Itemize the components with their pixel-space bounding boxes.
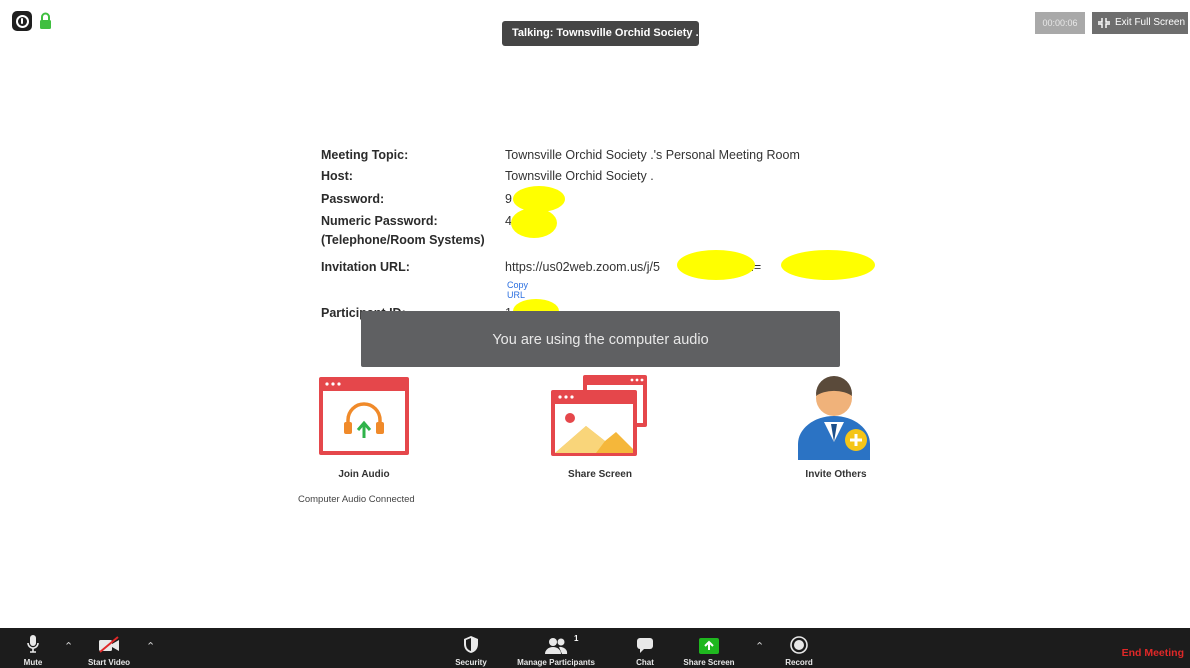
exit-full-screen-icon <box>1098 18 1110 28</box>
lock-icon[interactable] <box>39 12 52 30</box>
participant-count-badge: 1 <box>574 634 579 643</box>
invite-others-label[interactable]: Invite Others <box>805 469 866 480</box>
security-label: Security <box>455 658 487 667</box>
exit-full-screen-label: Exit Full Screen <box>1115 17 1186 28</box>
meeting-topic-label: Meeting Topic: <box>321 148 409 162</box>
numeric-password-label: Numeric Password: <box>321 214 438 228</box>
password-value: 9 <box>505 192 512 206</box>
invitation-url-redaction-1 <box>677 250 755 280</box>
copy-url-link[interactable]: Copy URL <box>507 280 528 300</box>
share-screen-icon[interactable] <box>550 374 650 458</box>
video-options-chevron-icon[interactable]: ⌃ <box>146 640 155 653</box>
meeting-info-icon[interactable] <box>12 11 32 31</box>
security-button[interactable]: Security <box>451 628 491 668</box>
join-audio-label[interactable]: Join Audio <box>338 469 389 480</box>
chat-icon <box>637 638 653 653</box>
host-value: Townsville Orchid Society . <box>505 169 654 183</box>
start-video-label: Start Video <box>87 658 131 667</box>
microphone-icon <box>27 635 39 653</box>
record-icon <box>790 636 808 654</box>
chat-button[interactable]: Chat <box>630 628 660 668</box>
audio-options-chevron-icon[interactable]: ⌃ <box>64 640 73 653</box>
invitation-url-start: https://us02web.zoom.us/j/5 <box>505 260 660 274</box>
invite-others-icon[interactable] <box>794 372 878 460</box>
end-meeting-button[interactable]: End Meeting <box>1122 647 1184 659</box>
meeting-timer: 00:00:06 <box>1035 12 1085 34</box>
mute-button[interactable]: Mute <box>18 628 48 668</box>
share-screen-toolbar-button[interactable]: Share Screen <box>682 628 736 668</box>
video-off-icon <box>99 636 119 653</box>
invitation-url-redaction-2 <box>781 250 875 280</box>
invitation-url-label: Invitation URL: <box>321 260 410 274</box>
start-video-button[interactable]: Start Video <box>80 628 138 668</box>
record-button[interactable]: Record <box>780 628 818 668</box>
record-label: Record <box>785 658 813 667</box>
host-label: Host: <box>321 169 353 183</box>
talking-indicator: Talking: Townsville Orchid Society . <box>502 21 699 46</box>
join-audio-icon[interactable] <box>318 376 410 456</box>
manage-participants-label: Manage Participants <box>517 658 595 667</box>
numeric-password-sublabel: (Telephone/Room Systems) <box>321 233 485 247</box>
mute-label: Mute <box>23 658 43 667</box>
audio-status-label: Computer Audio Connected <box>298 494 415 505</box>
meeting-topic-value: Townsville Orchid Society .'s Personal M… <box>505 148 800 162</box>
numeric-password-redaction <box>511 208 557 238</box>
share-options-chevron-icon[interactable]: ⌃ <box>755 640 764 653</box>
meeting-toolbar: Mute ⌃ Start Video ⌃ Security Manage Par… <box>0 628 1190 668</box>
manage-participants-button[interactable]: Manage Participants <box>506 628 606 668</box>
share-screen-toolbar-label: Share Screen <box>683 658 735 667</box>
share-screen-arrow-icon <box>699 638 719 654</box>
participants-icon <box>545 638 568 654</box>
chat-label: Chat <box>636 658 654 667</box>
password-label: Password: <box>321 192 385 206</box>
computer-audio-toast: You are using the computer audio <box>361 311 840 367</box>
exit-full-screen-button[interactable]: Exit Full Screen <box>1092 12 1188 34</box>
shield-icon <box>464 636 478 653</box>
share-screen-label[interactable]: Share Screen <box>568 469 632 480</box>
